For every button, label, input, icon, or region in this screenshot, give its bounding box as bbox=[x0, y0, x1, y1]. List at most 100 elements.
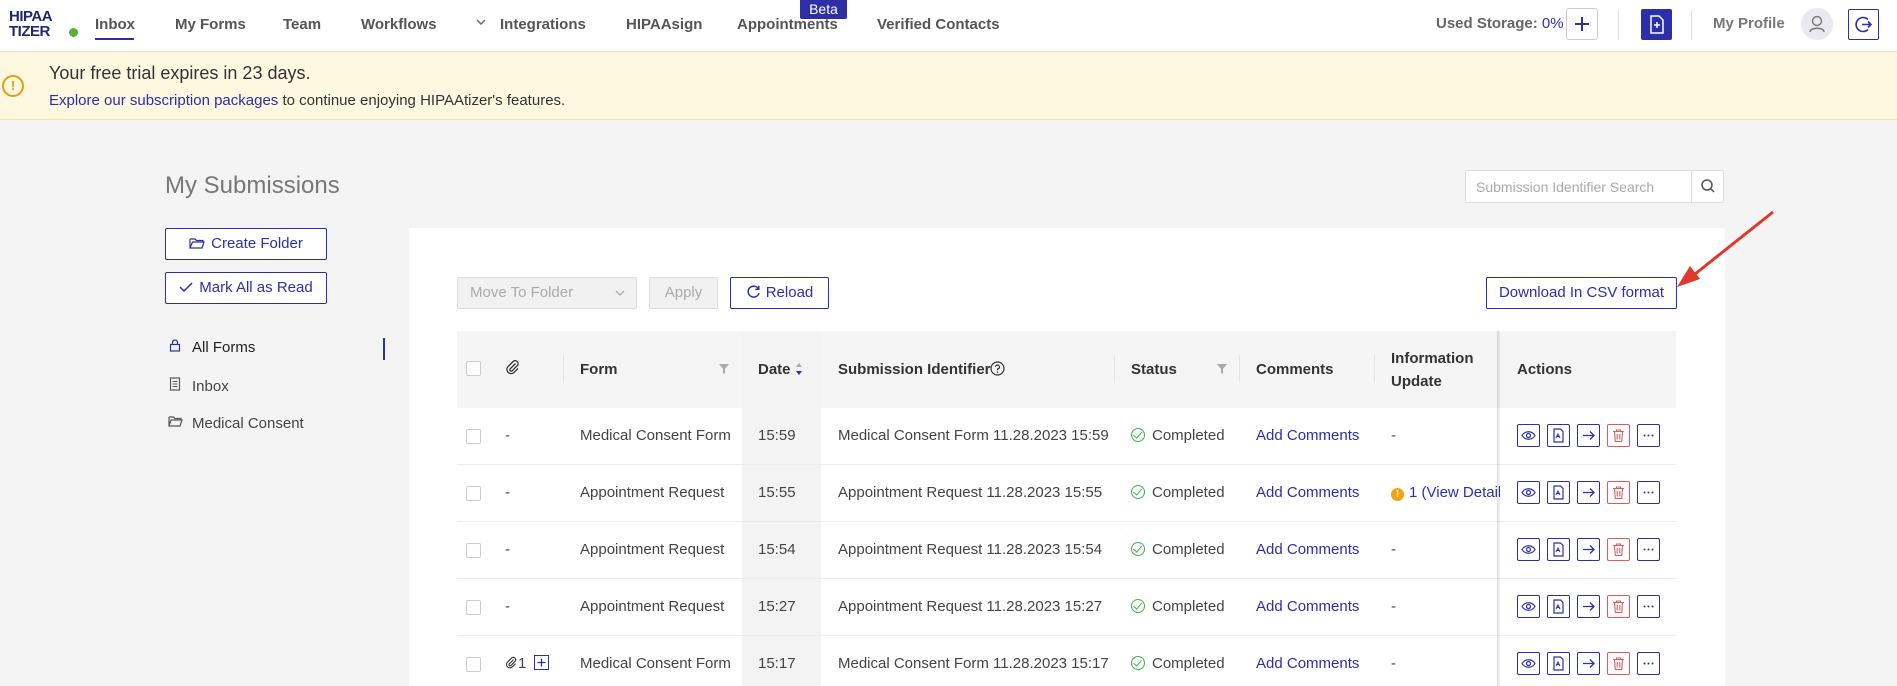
status-text: Completed bbox=[1152, 598, 1225, 615]
reload-label: Reload bbox=[765, 284, 814, 301]
pdf-button[interactable] bbox=[1547, 424, 1570, 447]
submission-identifier[interactable]: Appointment Request 11.28.2023 15:54 bbox=[838, 541, 1102, 558]
pdf-button[interactable] bbox=[1547, 538, 1570, 561]
submission-identifier-column-header[interactable]: Submission Identifier bbox=[838, 361, 991, 378]
sidebar-item-label: Medical Consent bbox=[192, 415, 304, 432]
nav-inbox[interactable]: Inbox bbox=[95, 16, 135, 33]
paperclip-icon bbox=[506, 360, 519, 375]
view-details-link[interactable]: ! 1 (View Details bbox=[1391, 484, 1509, 501]
row-divider bbox=[1500, 635, 1676, 636]
delete-button[interactable] bbox=[1607, 652, 1630, 675]
more-button[interactable] bbox=[1637, 424, 1660, 447]
more-button[interactable] bbox=[1637, 595, 1660, 618]
row-checkbox[interactable] bbox=[466, 486, 481, 501]
more-button[interactable] bbox=[1637, 652, 1660, 675]
attachment-cell[interactable]: 1 bbox=[505, 655, 550, 672]
move-to-folder-select[interactable]: Move To Folder bbox=[457, 277, 637, 309]
my-profile-link[interactable]: My Profile bbox=[1713, 15, 1785, 32]
view-button[interactable] bbox=[1517, 481, 1540, 504]
submission-identifier[interactable]: Appointment Request 11.28.2023 15:27 bbox=[838, 598, 1102, 615]
information-update: - bbox=[1391, 541, 1396, 558]
nav-my-forms[interactable]: My Forms bbox=[175, 16, 246, 33]
logout-button[interactable] bbox=[1848, 9, 1879, 40]
delete-button[interactable] bbox=[1607, 538, 1630, 561]
used-storage: Used Storage: 0% bbox=[1436, 15, 1564, 32]
arrow-right-icon bbox=[1583, 602, 1595, 611]
status-text: Completed bbox=[1152, 655, 1225, 672]
nav-integrations[interactable]: Integrations bbox=[500, 16, 586, 33]
sidebar-item-inbox[interactable]: Inbox bbox=[168, 377, 229, 395]
avatar[interactable] bbox=[1801, 8, 1833, 40]
reload-button[interactable]: Reload bbox=[730, 277, 829, 309]
row-checkbox[interactable] bbox=[466, 543, 481, 558]
sort-icon[interactable] bbox=[794, 361, 804, 381]
info-header-line1: Information bbox=[1391, 350, 1474, 367]
add-comments-link[interactable]: Add Comments bbox=[1256, 541, 1359, 558]
arrow-right-icon bbox=[1583, 431, 1595, 440]
delete-button[interactable] bbox=[1607, 424, 1630, 447]
filter-icon[interactable] bbox=[1216, 362, 1228, 379]
help-icon[interactable] bbox=[990, 361, 1005, 380]
forward-button[interactable] bbox=[1577, 538, 1600, 561]
logo-line1: HIPAA bbox=[9, 8, 53, 25]
subscription-packages-link[interactable]: Explore our subscription packages bbox=[49, 92, 278, 109]
new-document-button[interactable] bbox=[1641, 9, 1672, 40]
check-circle-icon bbox=[1131, 656, 1145, 670]
apply-button[interactable]: Apply bbox=[649, 277, 718, 309]
nav-verified-contacts[interactable]: Verified Contacts bbox=[877, 16, 1000, 33]
hipaatizer-logo[interactable]: HIPAA TIZER bbox=[9, 8, 78, 41]
row-checkbox[interactable] bbox=[466, 429, 481, 444]
view-button[interactable] bbox=[1517, 652, 1540, 675]
more-button[interactable] bbox=[1637, 481, 1660, 504]
filter-icon[interactable] bbox=[718, 362, 730, 379]
add-comments-link[interactable]: Add Comments bbox=[1256, 655, 1359, 672]
pdf-button[interactable] bbox=[1547, 652, 1570, 675]
nav-hipaasign[interactable]: HIPAAsign bbox=[626, 16, 702, 33]
delete-button[interactable] bbox=[1607, 595, 1630, 618]
add-comments-link[interactable]: Add Comments bbox=[1256, 484, 1359, 501]
submission-identifier[interactable]: Medical Consent Form 11.28.2023 15:59 bbox=[838, 427, 1109, 444]
sidebar-item-all-forms[interactable]: All Forms bbox=[168, 339, 255, 356]
nav-workflows[interactable]: Workflows bbox=[361, 16, 437, 33]
view-button[interactable] bbox=[1517, 424, 1540, 447]
row-checkbox[interactable] bbox=[466, 600, 481, 615]
delete-button[interactable] bbox=[1607, 481, 1630, 504]
add-storage-button[interactable] bbox=[1566, 8, 1598, 40]
arrow-right-icon bbox=[1583, 659, 1595, 668]
add-comments-link[interactable]: Add Comments bbox=[1256, 427, 1359, 444]
info-update-text: 1 (View Details bbox=[1409, 484, 1509, 501]
status-column-header[interactable]: Status bbox=[1131, 361, 1177, 378]
search-button[interactable] bbox=[1691, 171, 1723, 202]
trial-expiry-text: Your free trial expires in 23 days. bbox=[49, 63, 311, 83]
pdf-button[interactable] bbox=[1547, 481, 1570, 504]
select-all-checkbox[interactable] bbox=[466, 361, 481, 376]
download-csv-button[interactable]: Download In CSV format bbox=[1486, 277, 1677, 309]
form-column-header[interactable]: Form bbox=[580, 361, 618, 378]
more-button[interactable] bbox=[1637, 538, 1660, 561]
forward-button[interactable] bbox=[1577, 595, 1600, 618]
date-column-header[interactable]: Date bbox=[758, 361, 791, 378]
forward-button[interactable] bbox=[1577, 424, 1600, 447]
nav-team[interactable]: Team bbox=[283, 16, 321, 33]
logo-leaf-icon bbox=[69, 28, 78, 37]
user-icon bbox=[1809, 15, 1825, 33]
search-input[interactable] bbox=[1466, 171, 1692, 202]
sidebar-item-medical-consent[interactable]: Medical Consent bbox=[168, 415, 304, 432]
mark-all-read-button[interactable]: Mark All as Read bbox=[165, 272, 327, 304]
view-button[interactable] bbox=[1517, 538, 1540, 561]
paperclip-icon bbox=[506, 656, 517, 669]
row-checkbox[interactable] bbox=[466, 657, 481, 672]
add-comments-link[interactable]: Add Comments bbox=[1256, 598, 1359, 615]
forward-button[interactable] bbox=[1577, 481, 1600, 504]
pdf-icon bbox=[1553, 599, 1564, 614]
attachment-column-header[interactable] bbox=[505, 359, 521, 379]
create-folder-button[interactable]: Create Folder bbox=[165, 228, 327, 260]
submission-search bbox=[1465, 170, 1724, 203]
chevron-down-icon[interactable] bbox=[475, 16, 487, 31]
view-button[interactable] bbox=[1517, 595, 1540, 618]
forward-button[interactable] bbox=[1577, 652, 1600, 675]
check-circle-icon bbox=[1131, 542, 1145, 556]
pdf-button[interactable] bbox=[1547, 595, 1570, 618]
submission-identifier[interactable]: Appointment Request 11.28.2023 15:55 bbox=[838, 484, 1102, 501]
submission-identifier[interactable]: Medical Consent Form 11.28.2023 15:17 bbox=[838, 655, 1109, 672]
